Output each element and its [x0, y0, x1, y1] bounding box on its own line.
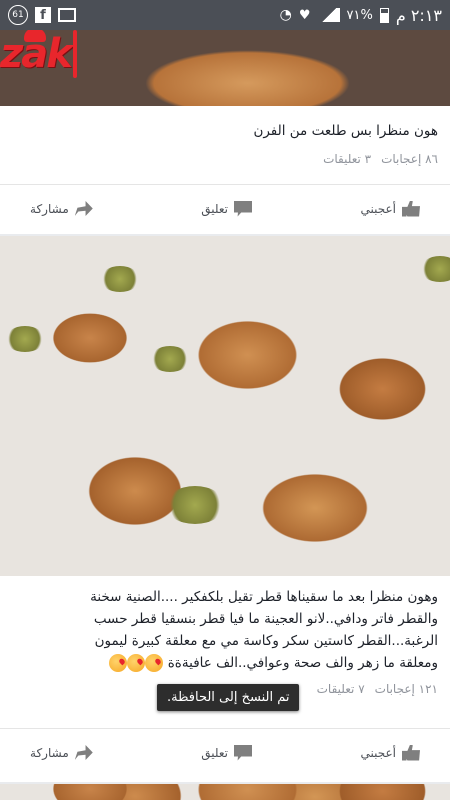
likes-count[interactable]: ٨٦ إعجابات [381, 152, 438, 166]
post-card-1: هون منظرا بس طلعت من الفرن ٨٦ إعجابات ٣ … [0, 106, 450, 234]
status-bar: 61 f ◔ ♥ ٧١% ٢:١٣ م [0, 0, 450, 30]
share-arrow-icon [74, 745, 93, 760]
share-button[interactable]: مشاركة [30, 201, 93, 216]
pistachio-topping [100, 266, 140, 292]
signal-icon [317, 8, 340, 22]
image-icon [58, 8, 76, 22]
post-caption: هون منظرا بس طلعت من الفرن [253, 123, 438, 139]
notification-count-badge: 61 [8, 5, 28, 25]
post-stats: ٨٦ إعجابات ٣ تعليقات [0, 152, 450, 166]
post-card-2: وهون منظرا بعد ما سقيناها قطر تقيل بلكفك… [0, 576, 450, 782]
like-button[interactable]: أعجبني [361, 744, 420, 761]
likes-count[interactable]: ١٢١ إعجابات [375, 682, 438, 696]
thumbs-up-icon [402, 200, 420, 217]
comment-icon [234, 200, 252, 217]
kiss-emoji-icon [145, 654, 164, 672]
share-arrow-icon [74, 201, 93, 216]
share-button[interactable]: مشاركة [30, 745, 93, 760]
post-action-bar: أعجبني تعليق مشاركة [0, 728, 450, 776]
comment-button[interactable]: تعليق [201, 200, 252, 217]
pistachio-topping [420, 256, 450, 282]
post-caption-line: الرغبة...القطر كاستين سكر وكاسة مي مع مع… [94, 633, 438, 649]
like-button[interactable]: أعجبني [361, 200, 420, 217]
heart-shield-icon: ♥ [298, 7, 311, 23]
clock-time: ٢:١٣ م [395, 5, 442, 25]
post-caption-line: ومعلقة ما زهر والف صحة وعوافي..الف عافية… [0, 652, 450, 674]
post-caption-line: وهون منظرا بعد ما سقيناها قطر تقيل بلكفك… [90, 589, 438, 605]
comments-count[interactable]: ٧ تعليقات [317, 682, 365, 696]
wifi-icon: ◔ [279, 7, 292, 23]
post-caption-block: وهون منظرا بعد ما سقيناها قطر تقيل بلكفك… [0, 576, 450, 674]
fork-icon [72, 30, 77, 78]
pistachio-topping [5, 326, 45, 352]
pistachio-topping [150, 346, 190, 372]
chef-hat-icon [24, 28, 46, 42]
comment-button[interactable]: تعليق [201, 744, 252, 761]
kiss-emoji-icon [127, 654, 146, 672]
post-photo-3[interactable] [0, 784, 450, 800]
facebook-icon: f [35, 7, 51, 23]
comment-icon [234, 744, 252, 761]
battery-percent: ٧١% [346, 7, 373, 23]
pistachio-topping [165, 486, 225, 524]
kiss-emoji-icon [109, 654, 128, 672]
zak-logo: zak [0, 28, 77, 78]
post-caption-line: والقطر فاتر ودافي..لانو العجينة ما فيا ق… [93, 611, 438, 627]
comments-count[interactable]: ٣ تعليقات [323, 152, 371, 166]
post-action-bar: أعجبني تعليق مشاركة [0, 184, 450, 232]
clipboard-toast: تم النسخ إلى الحافظة. [157, 684, 300, 711]
battery-icon [379, 7, 389, 23]
post-photo-2[interactable] [0, 236, 450, 576]
thumbs-up-icon [402, 744, 420, 761]
